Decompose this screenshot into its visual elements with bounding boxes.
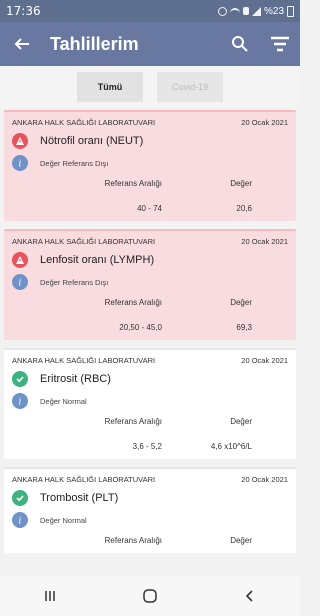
arrow-left-icon [14,38,29,50]
back-button[interactable] [0,22,44,66]
svg-text:i: i [19,517,22,526]
result-card-rbc[interactable]: ANKARA HALK SAĞLIĞI LABORATUVARI 20 Ocak… [4,348,296,459]
battery-percent: %23 [263,5,284,17]
status-note: Değer Referans Dışı [40,158,109,168]
ref-header: Referans Aralığı [104,179,162,188]
ref-header: Referans Aralığı [104,536,162,545]
ref-range: 20,50 - 45,0 [119,323,162,332]
warning-icon [12,133,28,149]
home-button[interactable] [130,576,170,616]
result-card-neut[interactable]: ANKARA HALK SAĞLIĞI LABORATUVARI 20 Ocak… [4,110,296,221]
lab-name: ANKARA HALK SAĞLIĞI LABORATUVARI [12,475,156,484]
value-header: Değer [230,536,252,545]
check-icon [12,490,28,506]
filter-list-icon [271,36,289,52]
search-button[interactable] [220,22,260,66]
result-date: 20 Ocak 2021 [241,356,288,365]
lab-name: ANKARA HALK SAĞLIĞI LABORATUVARI [12,356,156,365]
info-icon[interactable]: i [12,274,28,290]
status-note: Değer Referans Dışı [40,277,109,287]
back-nav-button[interactable] [230,576,270,616]
svg-text:i: i [19,279,22,288]
test-name: Lenfosit oranı (LYMPH) [40,254,155,266]
warning-icon [12,252,28,268]
value-header: Değer [230,179,252,188]
result-value: 69,3 [236,323,252,332]
wifi-icon [229,8,240,14]
value-header: Değer [230,298,252,307]
result-card-lymph[interactable]: ANKARA HALK SAĞLIĞI LABORATUVARI 20 Ocak… [4,229,296,340]
ref-range: 40 - 74 [137,204,162,213]
value-header: Değer [230,417,252,426]
test-name: Trombosit (PLT) [40,492,119,504]
svg-text:i: i [19,160,22,169]
call-icon [242,7,249,15]
result-value: 20,6 [236,204,252,213]
chevron-left-icon [245,590,253,602]
home-icon [143,589,157,603]
filter-button[interactable] [260,22,300,66]
svg-text:i: i [19,398,22,407]
system-nav-bar [0,576,300,616]
ref-header: Referans Aralığı [104,298,162,307]
search-icon [232,36,248,52]
mute-icon [217,6,227,16]
info-icon[interactable]: i [12,393,28,409]
result-value: 4,6 x10^6/L [210,442,252,451]
info-icon[interactable]: i [12,512,28,528]
result-date: 20 Ocak 2021 [241,118,288,127]
info-icon[interactable]: i [12,155,28,171]
results-list[interactable]: ANKARA HALK SAĞLIĞI LABORATUVARI 20 Ocak… [0,110,300,576]
lab-name: ANKARA HALK SAĞLIĞI LABORATUVARI [12,118,156,127]
test-name: Nötrofil oranı (NEUT) [40,135,144,147]
lab-name: ANKARA HALK SAĞLIĞI LABORATUVARI [12,237,156,246]
signal-icon [251,6,261,16]
status-bar: 17:36 %23 [0,0,300,22]
recent-apps-icon [45,591,55,601]
filter-tabs: Tümü Covid-19 [0,66,300,108]
result-card-plt[interactable]: ANKARA HALK SAĞLIĞI LABORATUVARI 20 Ocak… [4,467,296,553]
page-title: Tahlillerim [50,33,139,54]
check-icon [12,371,28,387]
ref-header: Referans Aralığı [104,417,162,426]
test-name: Eritrosit (RBC) [40,373,111,385]
tab-covid[interactable]: Covid-19 [157,72,223,102]
status-time: 17:36 [6,4,41,18]
result-date: 20 Ocak 2021 [241,237,288,246]
status-icons: %23 [217,5,294,17]
result-date: 20 Ocak 2021 [241,475,288,484]
app-bar: Tahlillerim [0,22,300,66]
battery-icon [287,5,294,17]
tab-all[interactable]: Tümü [77,72,143,102]
status-note: Değer Normal [40,396,87,406]
ref-range: 3,6 - 5,2 [132,442,162,451]
status-note: Değer Normal [40,515,87,525]
recent-apps-button[interactable] [30,576,70,616]
